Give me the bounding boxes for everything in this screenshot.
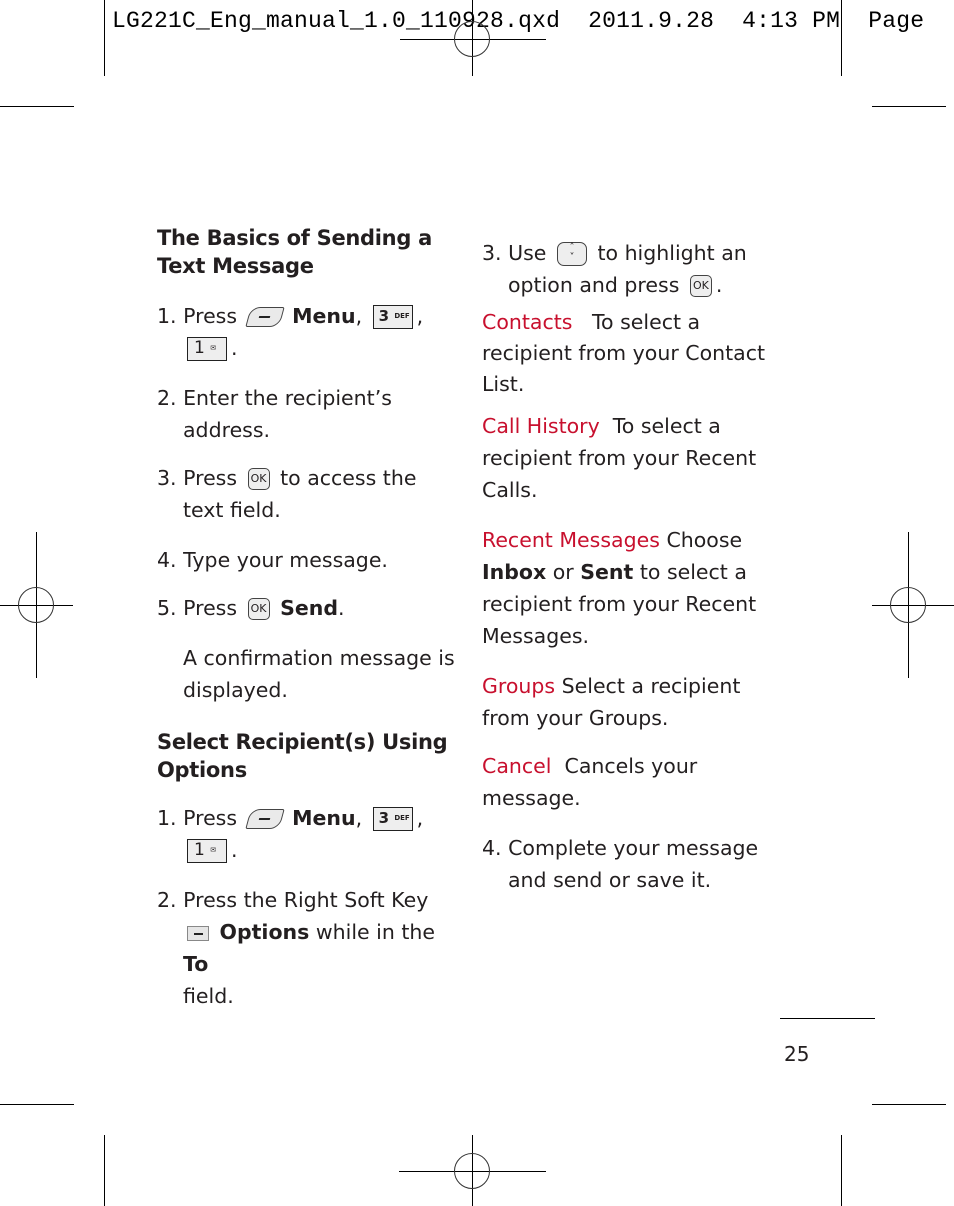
option-desc: or	[552, 560, 574, 584]
step-text: Use	[508, 241, 547, 265]
sent-label: Sent	[580, 560, 634, 584]
crop-mark	[0, 1104, 74, 1105]
step-text: Press the Right Soft Key	[183, 888, 429, 912]
confirmation-text: A confirmation message is displayed.	[183, 646, 455, 702]
key-digit: 3	[378, 307, 390, 325]
left-soft-key-icon	[244, 809, 285, 829]
step-5: 5. Press OK Send.	[157, 592, 457, 624]
step-text: Press	[183, 806, 238, 830]
option-label: Cancel	[482, 754, 552, 778]
step-text: while in the	[315, 920, 436, 944]
option-cancel: Cancel Cancels your message.	[482, 750, 782, 814]
slug-ampm: PM	[812, 8, 841, 34]
registration-circle	[454, 1153, 490, 1189]
key-3-def-icon: 3 DEF	[372, 305, 413, 329]
step-1: 1. Press Menu, 3 DEF, 1 ✉.	[157, 806, 424, 863]
option-label: Groups	[482, 674, 556, 698]
slug-date: 2011.9.28	[588, 8, 715, 34]
step-4: 4. Type your message.	[157, 544, 457, 576]
slug-page-label: Page	[868, 8, 925, 34]
option-label: Call History	[482, 414, 600, 438]
registration-circle	[454, 21, 490, 57]
ok-key-icon: OK	[689, 275, 712, 297]
step-number: 3.	[157, 466, 177, 490]
option-contacts: Contacts To select a recipient from your…	[482, 307, 782, 400]
step-number: 1.	[157, 806, 177, 830]
separator: ,	[355, 806, 363, 830]
slug-time: 4:13	[742, 8, 799, 34]
punct: .	[715, 273, 723, 297]
crop-mark	[872, 106, 946, 107]
ok-key-icon: OK	[247, 468, 270, 490]
step-number: 4.	[157, 548, 177, 572]
left-column: The Basics of Sending a Text Message 1. …	[157, 224, 457, 1012]
key-digit: 3	[378, 809, 390, 827]
option-desc: Choose	[666, 528, 743, 552]
key-1-voicemail-icon: 1 ✉	[187, 337, 227, 361]
step-text: field.	[183, 984, 234, 1008]
step-text: Complete your message and send or save i…	[508, 836, 759, 892]
crop-mark	[104, 1135, 105, 1206]
crop-mark	[841, 0, 842, 76]
punct: .	[231, 838, 238, 862]
step-number: 4.	[482, 836, 502, 860]
step-2: 2. Enter the recipient’s address.	[157, 382, 457, 446]
step-text: Enter the recipient’s address.	[183, 386, 392, 442]
menu-label: Menu	[292, 304, 356, 328]
option-groups: Groups Select a recipient from your Grou…	[482, 670, 782, 734]
options-label: Options	[219, 920, 310, 944]
left-soft-key-icon	[244, 307, 285, 327]
key-letters: DEF	[394, 814, 410, 822]
crop-mark	[872, 1104, 946, 1105]
step-number: 1.	[157, 304, 177, 328]
step-2: 2. Press the Right Soft Key Options whil…	[157, 884, 457, 1012]
crop-mark	[0, 106, 74, 107]
registration-circle	[890, 587, 926, 623]
crop-mark	[841, 1135, 842, 1206]
footer-rule	[780, 1018, 875, 1019]
step-3: 3. Use ˄ ˅ to highlight an option and pre…	[482, 237, 782, 301]
separator: ,	[355, 304, 363, 328]
step-number: 3.	[482, 241, 502, 265]
key-1-voicemail-icon: 1 ✉	[187, 839, 227, 863]
step-3: 3. Press OK to access the text field.	[157, 462, 457, 526]
option-label: Recent Messages	[482, 528, 660, 552]
key-digit: 1	[194, 338, 205, 358]
navigation-key-icon: ˄ ˅	[556, 242, 587, 266]
inbox-label: Inbox	[482, 560, 547, 584]
key-digit: 1	[194, 840, 205, 860]
step-number: 5.	[157, 596, 177, 620]
option-recent-messages: Recent Messages Choose Inbox or Sent to …	[482, 524, 782, 652]
key-3-def-icon: 3 DEF	[372, 807, 413, 831]
step-text: Type your message.	[183, 548, 388, 572]
section-heading: Select Recipient(s) Using Options	[157, 730, 448, 782]
step-text: Press	[183, 596, 238, 620]
slug-filename: LG221C_Eng_manual_1.0_110928.qxd	[112, 8, 561, 34]
option-call-history: Call History To select a recipient from …	[482, 410, 782, 506]
key-letters: DEF	[394, 312, 410, 320]
step-1: 1. Press Menu, 3 DEF, 1 ✉.	[157, 304, 424, 361]
slug-line: LG221C_Eng_manual_1.0_110928.qxd 2011.9.…	[112, 8, 924, 34]
page-number: 25	[784, 1042, 810, 1066]
punct: .	[338, 596, 345, 620]
crop-mark	[104, 0, 105, 76]
registration-circle	[18, 587, 54, 623]
step-number: 2.	[157, 888, 177, 912]
ok-key-icon: OK	[247, 598, 270, 620]
send-label: Send	[280, 596, 339, 620]
punct: .	[231, 336, 238, 360]
section-heading: The Basics of Sending a Text Message	[157, 226, 432, 278]
step-4: 4. Complete your message and send or sav…	[482, 832, 782, 896]
step-text: Press	[183, 466, 238, 490]
step-text: Press	[183, 304, 238, 328]
step-number: 2.	[157, 386, 177, 410]
option-label: Contacts	[482, 310, 573, 334]
right-column: 3. Use ˄ ˅ to highlight an option and pre…	[482, 237, 782, 896]
to-label: To	[183, 952, 209, 976]
menu-label: Menu	[292, 806, 356, 830]
right-soft-key-icon	[187, 925, 209, 941]
